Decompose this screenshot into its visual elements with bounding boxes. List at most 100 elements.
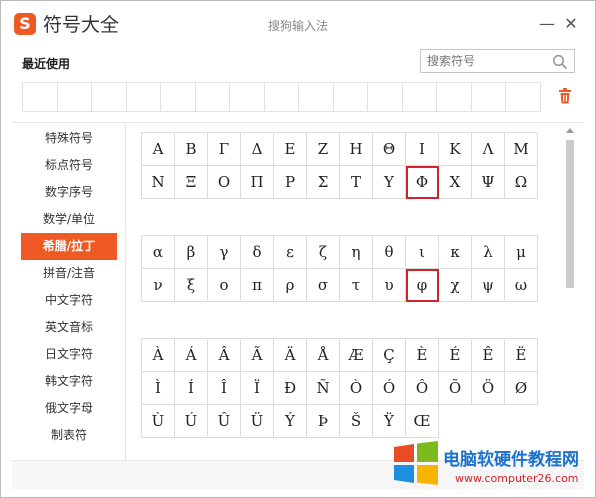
category-item[interactable]: 韩文字符 — [21, 368, 117, 395]
symbol-cell[interactable]: Β — [174, 132, 208, 166]
symbol-cell[interactable]: Ε — [273, 132, 307, 166]
recent-symbol-slot[interactable] — [58, 83, 93, 111]
symbol-cell[interactable]: ν — [141, 268, 175, 302]
symbol-cell[interactable]: Ú — [174, 404, 208, 438]
close-button[interactable]: ✕ — [562, 15, 580, 33]
symbol-cell[interactable]: Μ — [504, 132, 538, 166]
symbol-cell[interactable]: Ò — [339, 371, 373, 405]
symbol-cell[interactable]: β — [174, 235, 208, 269]
symbol-cell[interactable]: Þ — [306, 404, 340, 438]
symbol-cell[interactable]: Ν — [141, 165, 175, 199]
symbol-cell[interactable]: Δ — [240, 132, 274, 166]
recent-symbol-slot[interactable] — [403, 83, 438, 111]
trash-icon[interactable] — [558, 88, 572, 104]
category-item[interactable]: 制表符 — [21, 422, 117, 449]
symbol-cell[interactable]: É — [438, 338, 472, 372]
symbol-cell[interactable]: Ë — [504, 338, 538, 372]
symbol-cell[interactable]: Λ — [471, 132, 505, 166]
recent-symbol-slot[interactable] — [334, 83, 369, 111]
category-item[interactable]: 拼音/注音 — [21, 260, 117, 287]
symbol-cell[interactable]: Ω — [504, 165, 538, 199]
symbol-cell[interactable]: ψ — [471, 268, 505, 302]
category-item[interactable]: 数学/单位 — [21, 206, 117, 233]
minimize-button[interactable]: — — [538, 15, 556, 33]
symbol-cell[interactable]: Ç — [372, 338, 406, 372]
symbol-cell[interactable]: Ο — [207, 165, 241, 199]
symbol-cell[interactable]: Å — [306, 338, 340, 372]
search-icon[interactable] — [552, 54, 568, 70]
symbol-cell[interactable]: ζ — [306, 235, 340, 269]
symbol-cell[interactable]: Ù — [141, 404, 175, 438]
symbol-cell[interactable]: Ü — [240, 404, 274, 438]
symbol-cell[interactable]: Ÿ — [372, 404, 406, 438]
category-item[interactable]: 标点符号 — [21, 152, 117, 179]
symbol-cell[interactable]: η — [339, 235, 373, 269]
symbol-cell[interactable]: α — [141, 235, 175, 269]
symbol-cell[interactable]: π — [240, 268, 274, 302]
symbol-cell[interactable]: Ξ — [174, 165, 208, 199]
symbol-cell[interactable]: Ρ — [273, 165, 307, 199]
symbol-cell[interactable]: À — [141, 338, 175, 372]
recent-symbol-slot[interactable] — [23, 83, 58, 111]
symbol-cell[interactable]: χ — [438, 268, 472, 302]
symbol-cell[interactable]: μ — [504, 235, 538, 269]
symbol-cell[interactable]: δ — [240, 235, 274, 269]
recent-symbol-slot[interactable] — [92, 83, 127, 111]
category-item[interactable]: 俄文字母 — [21, 395, 117, 422]
symbol-cell[interactable]: Ó — [372, 371, 406, 405]
symbol-cell[interactable]: Æ — [339, 338, 373, 372]
symbol-cell[interactable]: Φ — [405, 165, 439, 199]
symbol-cell[interactable]: Γ — [207, 132, 241, 166]
symbol-cell[interactable]: ω — [504, 268, 538, 302]
symbol-cell[interactable]: ε — [273, 235, 307, 269]
symbol-cell[interactable]: σ — [306, 268, 340, 302]
symbol-cell[interactable]: γ — [207, 235, 241, 269]
category-item[interactable]: 数字序号 — [21, 179, 117, 206]
symbol-cell[interactable]: Ã — [240, 338, 274, 372]
symbol-cell[interactable]: ι — [405, 235, 439, 269]
symbol-cell[interactable]: Θ — [372, 132, 406, 166]
symbol-search-box[interactable] — [420, 49, 575, 73]
symbol-cell[interactable]: Τ — [339, 165, 373, 199]
recent-symbol-slot[interactable] — [368, 83, 403, 111]
symbol-cell[interactable]: Υ — [372, 165, 406, 199]
symbol-cell[interactable]: Í — [174, 371, 208, 405]
recent-symbol-slot[interactable] — [506, 83, 540, 111]
symbol-cell[interactable]: Ψ — [471, 165, 505, 199]
symbol-cell[interactable]: Ι — [405, 132, 439, 166]
symbol-cell[interactable]: κ — [438, 235, 472, 269]
symbol-cell[interactable]: υ — [372, 268, 406, 302]
scrollbar-thumb[interactable] — [566, 140, 574, 288]
symbol-cell[interactable]: Ζ — [306, 132, 340, 166]
symbol-cell[interactable]: Î — [207, 371, 241, 405]
category-item[interactable]: 希腊/拉丁 — [21, 233, 117, 260]
scroll-up-icon[interactable] — [566, 128, 574, 133]
symbol-cell[interactable]: ξ — [174, 268, 208, 302]
recent-symbol-slot[interactable] — [437, 83, 472, 111]
symbol-cell[interactable]: Œ — [405, 404, 439, 438]
category-item[interactable]: 特殊符号 — [21, 125, 117, 152]
symbol-cell[interactable]: λ — [471, 235, 505, 269]
symbol-cell[interactable]: θ — [372, 235, 406, 269]
symbol-cell[interactable]: Õ — [438, 371, 472, 405]
symbol-cell[interactable]: Κ — [438, 132, 472, 166]
recent-symbol-slot[interactable] — [161, 83, 196, 111]
search-input[interactable] — [427, 52, 545, 70]
symbol-cell[interactable]: Á — [174, 338, 208, 372]
symbol-cell[interactable]: φ — [405, 268, 439, 302]
symbol-cell[interactable]: Σ — [306, 165, 340, 199]
symbol-cell[interactable]: Ø — [504, 371, 538, 405]
symbol-cell[interactable]: Š — [339, 404, 373, 438]
symbol-cell[interactable]: Χ — [438, 165, 472, 199]
symbol-cell[interactable]: Ê — [471, 338, 505, 372]
symbol-cell[interactable]: Ý — [273, 404, 307, 438]
symbol-cell[interactable]: ρ — [273, 268, 307, 302]
category-item[interactable]: 日文字符 — [21, 341, 117, 368]
category-item[interactable]: 中文字符 — [21, 287, 117, 314]
symbol-cell[interactable]: τ — [339, 268, 373, 302]
recent-symbol-slot[interactable] — [196, 83, 231, 111]
symbol-cell[interactable]: Ô — [405, 371, 439, 405]
symbol-cell[interactable]: Η — [339, 132, 373, 166]
symbol-cell[interactable]: È — [405, 338, 439, 372]
recent-symbol-slot[interactable] — [127, 83, 162, 111]
